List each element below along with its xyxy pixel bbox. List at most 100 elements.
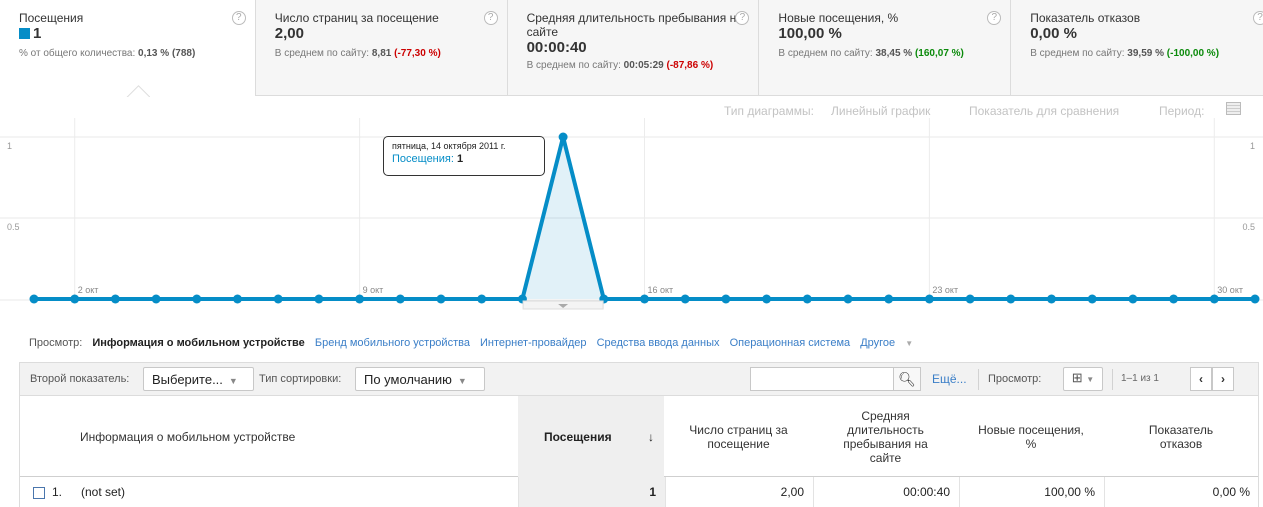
x-tick-label: 2 окт <box>78 285 99 295</box>
line-chart: 2 окт 9 окт 16 окт 23 окт 30 окт 0.5 0.5 1 1 <box>0 118 1263 324</box>
chart-tooltip: пятница, 14 октября 2011 г. Посещения: 1 <box>383 136 545 176</box>
column-header-bounce[interactable]: Показатель отказов <box>1104 396 1258 477</box>
data-point <box>151 294 161 304</box>
scorecard-new-visits[interactable]: Новые посещения, % 100,00 % В среднем по… <box>759 0 1012 96</box>
data-point <box>273 294 283 304</box>
table-view-button[interactable]: ⊞ ▼ <box>1063 367 1103 391</box>
chevron-down-icon: ▼ <box>1086 375 1095 384</box>
x-tick-label: 30 окт <box>1217 285 1243 295</box>
data-point <box>1128 294 1138 304</box>
cell-bounce: 0,00 % <box>1104 477 1259 507</box>
data-point <box>924 294 934 304</box>
data-point <box>314 294 324 304</box>
scorecard-visits[interactable]: Посещения 1 % от общего количества: 0,13… <box>0 0 256 96</box>
data-point <box>721 294 731 304</box>
compare-metric-dropdown[interactable]: Показатель для сравнения <box>969 104 1119 118</box>
data-point <box>477 294 487 304</box>
calendar-icon[interactable] <box>1226 102 1241 115</box>
column-header-new-visits[interactable]: Новые посещения, % <box>959 396 1103 477</box>
data-point <box>843 294 853 304</box>
cell-duration: 00:00:40 <box>813 477 959 507</box>
cell-visits: 1 <box>518 477 665 507</box>
data-point <box>1087 294 1097 304</box>
y-tick-label: 1 <box>7 141 12 151</box>
y-tick-label: 0.5 <box>7 222 20 232</box>
tooltip-metric: Посещения: 1 <box>392 153 464 165</box>
help-icon[interactable]: ? <box>231 11 246 25</box>
scorecard-value: 1 <box>19 26 245 42</box>
scorecard-value: 2,00 <box>274 25 304 42</box>
divider <box>1112 369 1113 390</box>
view-isp[interactable]: Интернет-провайдер <box>480 337 587 349</box>
cell-new-visits: 100,00 % <box>959 477 1104 507</box>
view-mode-label: Просмотр: <box>988 373 1042 385</box>
data-point <box>355 294 365 304</box>
chart-type-dropdown[interactable]: Линейный график <box>831 104 930 118</box>
data-point <box>640 294 649 304</box>
scorecard-title: Число страниц за посещение <box>274 11 439 25</box>
table-toolbar: Второй показатель: Выберите... ▼ Тип сорт… <box>19 362 1259 395</box>
scorecard-sub: В среднем по сайту: 38,45 % (160,07 %) <box>778 48 964 59</box>
column-header-visits[interactable]: Посещения ↓ <box>518 396 664 477</box>
row-index: 1. <box>52 485 63 499</box>
y-tick-label: 0.5 <box>1242 222 1255 232</box>
help-icon[interactable]: ? <box>1253 11 1263 25</box>
data-point <box>1250 294 1260 304</box>
prev-page-button[interactable]: ‹ <box>1190 367 1212 391</box>
help-icon[interactable]: ? <box>483 11 498 25</box>
view-mobile-device-info[interactable]: Информация о мобильном устройстве <box>92 337 304 349</box>
scorecard-title: Средняя длительность пребывания на сайте <box>526 11 743 39</box>
data-point <box>884 294 894 304</box>
x-tick-label: 9 окт <box>363 285 384 295</box>
data-point <box>29 294 39 304</box>
view-other-dropdown[interactable]: Другое ▼ <box>860 337 920 349</box>
search-icon[interactable]: 🔍︎ <box>894 367 921 391</box>
data-point <box>1209 294 1219 304</box>
view-input-methods[interactable]: Средства ввода данных <box>597 337 720 349</box>
scorecard-sub: В среднем по сайту: 00:05:29 (-87,86 %) <box>526 60 714 71</box>
scorecard-bounce-rate[interactable]: Показатель отказов 0,00 % В среднем по с… <box>1011 0 1263 96</box>
data-point <box>680 294 690 304</box>
row-checkbox[interactable] <box>33 487 45 499</box>
data-point <box>802 294 812 304</box>
sort-type-dropdown[interactable]: По умолчанию ▼ <box>355 367 485 391</box>
scorecard-avg-duration[interactable]: Средняя длительность пребывания на сайте… <box>507 0 760 96</box>
y-tick-label: 1 <box>1250 141 1255 151</box>
view-operating-system[interactable]: Операционная система <box>730 337 851 349</box>
chart-svg: 2 окт 9 окт 16 окт 23 окт 30 окт 0.5 0.5 1 1 <box>0 118 1263 310</box>
analytics-report: Посещения 1 % от общего количества: 0,13… <box>0 0 1263 507</box>
column-header-pages[interactable]: Число страниц за посещение <box>665 396 812 477</box>
view-mobile-brand[interactable]: Бренд мобильного устройства <box>315 337 470 349</box>
data-point <box>70 294 80 304</box>
sort-type-label: Тип сортировки: <box>259 373 342 385</box>
scorecard-title: Показатель отказов <box>1030 11 1141 25</box>
scorecard-title: Новые посещения, % <box>778 11 899 25</box>
next-page-button[interactable]: › <box>1212 367 1234 391</box>
data-point <box>1169 294 1179 304</box>
row-device-name[interactable]: (not set) <box>81 477 125 507</box>
scorecard-sub: % от общего количества: 0,13 % (788) <box>19 48 196 59</box>
data-point <box>558 132 568 142</box>
secondary-dimension-dropdown[interactable]: Выберите... ▼ <box>143 367 254 391</box>
data-point <box>436 294 446 304</box>
data-point <box>965 294 975 304</box>
advanced-search-link[interactable]: Ещё... <box>932 372 967 386</box>
views-label: Просмотр: <box>29 337 83 349</box>
period-label: Период: <box>1159 104 1205 118</box>
scorecard-pages-per-visit[interactable]: Число страниц за посещение 2,00 В средне… <box>255 0 508 96</box>
chart-type-label: Тип диаграммы: <box>724 104 814 118</box>
data-table: Информация о мобильном устройстве Посеще… <box>19 395 1259 507</box>
column-header-duration[interactable]: Средняя длительность пребывания на сайте <box>813 396 958 477</box>
column-header-device[interactable]: Информация о мобильном устройстве <box>80 396 510 477</box>
secondary-dimension-label: Второй показатель: <box>30 373 130 385</box>
scorecard-sub: В среднем по сайту: 8,81 (-77,30 %) <box>274 48 441 59</box>
table-row: 1. (not set) 1 2,00 00:00:40 100,00 % 0,… <box>20 477 1258 507</box>
cell-pages: 2,00 <box>665 477 813 507</box>
selected-pointer <box>126 84 150 97</box>
scorecard-value: 100,00 % <box>778 25 842 42</box>
table-search-input[interactable] <box>750 367 894 391</box>
data-point <box>110 294 120 304</box>
data-point <box>233 294 242 304</box>
x-tick-label: 16 окт <box>648 285 674 295</box>
data-point <box>1006 294 1016 304</box>
